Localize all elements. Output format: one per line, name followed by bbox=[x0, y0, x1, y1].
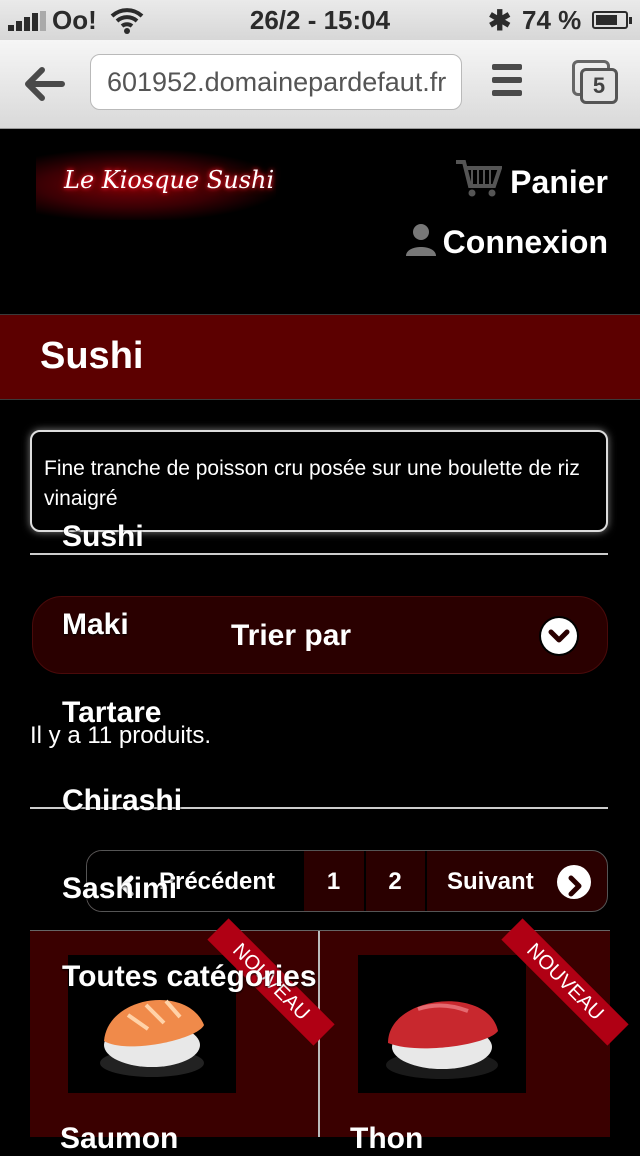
category-menu-item-maki[interactable]: Maki bbox=[62, 608, 129, 642]
user-icon bbox=[406, 224, 436, 256]
chevron-right-icon bbox=[557, 865, 591, 899]
category-menu-item-tartare[interactable]: Tartare bbox=[62, 696, 162, 730]
logo-text: Le Kiosque Sushi bbox=[64, 166, 275, 194]
url-field[interactable]: 601952.domainepardefaut.fr bbox=[90, 54, 462, 110]
page-2-button[interactable]: 2 bbox=[364, 851, 424, 911]
next-label: Suivant bbox=[447, 868, 534, 895]
product-name[interactable]: Thon bbox=[350, 1122, 423, 1156]
tab-count: 5 bbox=[580, 68, 618, 104]
cart-icon[interactable] bbox=[454, 158, 502, 198]
cart-link[interactable]: Panier bbox=[510, 164, 608, 201]
category-menu-item-chirashi[interactable]: Chirashi bbox=[62, 784, 182, 818]
browser-toolbar: 601952.domainepardefaut.fr 5 bbox=[0, 40, 640, 129]
chevron-down-icon bbox=[541, 618, 577, 654]
status-bar: Oo! 26/2 - 15:04 ✱ 74 % bbox=[0, 0, 640, 40]
menu-icon[interactable] bbox=[492, 64, 524, 100]
category-menu-item-all[interactable]: Toutes catégories bbox=[62, 960, 317, 994]
page-1-button[interactable]: 1 bbox=[303, 851, 363, 911]
category-menu-item-sushi[interactable]: Sushi bbox=[62, 520, 144, 554]
tabs-button[interactable]: 5 bbox=[572, 60, 620, 106]
site-logo[interactable]: Le Kiosque Sushi bbox=[36, 150, 276, 220]
battery-icon bbox=[592, 11, 632, 29]
page-title: Sushi bbox=[40, 335, 144, 377]
back-arrow-icon[interactable] bbox=[22, 62, 66, 106]
next-page-button[interactable]: Suivant bbox=[425, 851, 607, 911]
login-link[interactable]: Connexion bbox=[443, 224, 608, 261]
category-description: Fine tranche de poisson cru posée sur un… bbox=[30, 430, 608, 532]
sort-label: Trier par bbox=[231, 619, 352, 652]
product-image[interactable] bbox=[358, 955, 526, 1093]
category-banner: Sushi bbox=[0, 314, 640, 400]
battery-percent: 74 % bbox=[522, 5, 582, 35]
category-menu-item-sashimi[interactable]: Sashimi bbox=[62, 872, 177, 906]
product-name[interactable]: Saumon bbox=[60, 1122, 178, 1156]
bluetooth-icon: ✱ bbox=[488, 5, 512, 36]
